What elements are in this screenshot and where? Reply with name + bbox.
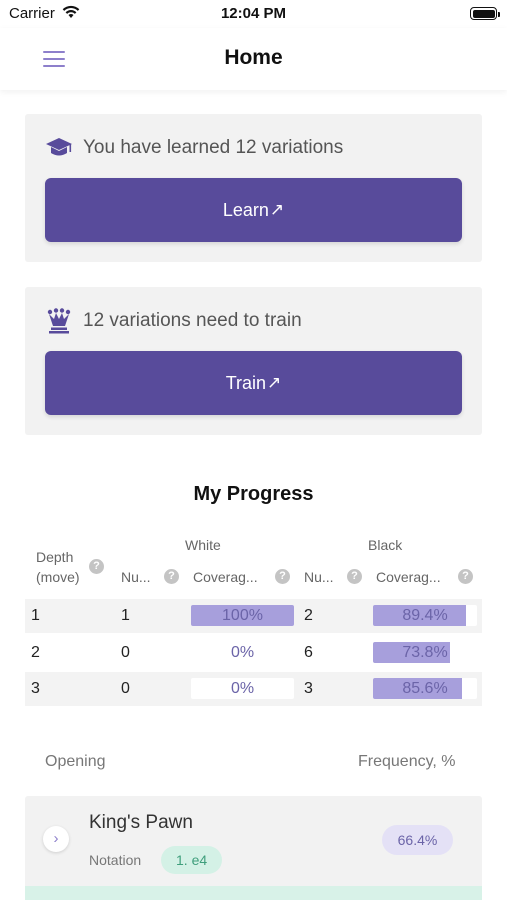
- white-coverage-bar: 0%: [191, 642, 294, 663]
- chess-queen-icon: [45, 308, 73, 334]
- learned-count-text: You have learned 12 variations: [83, 137, 344, 158]
- white-coverage-bar-label: 0%: [230, 644, 255, 661]
- clock: 12:04 PM: [220, 5, 287, 22]
- depth-cell: 2: [31, 644, 40, 661]
- depth-help-icon[interactable]: ?: [89, 559, 104, 574]
- train-button-label: Train: [225, 372, 267, 393]
- white-coverage-bar: 0%: [191, 678, 294, 699]
- white-num-cell: 0: [121, 680, 130, 697]
- progress-row: 2 0 6 0% 73.8%: [25, 636, 482, 670]
- chevron-right-icon[interactable]: ›: [43, 826, 69, 852]
- depth-cell: 3: [31, 680, 40, 697]
- black-coverage-help-icon[interactable]: ?: [458, 569, 473, 584]
- depth-header: Depth: [36, 549, 74, 565]
- learn-button[interactable]: Learn ↗: [45, 178, 462, 242]
- white-num-cell: 1: [121, 607, 130, 624]
- depth-header-sub: (move): [36, 569, 80, 585]
- black-num-header: Nu...: [304, 569, 334, 585]
- battery-icon: [470, 7, 500, 20]
- progress-section-title: My Progress: [193, 483, 314, 505]
- white-coverage-header: Coverag...: [193, 569, 258, 585]
- black-coverage-bar: 73.8%: [373, 642, 477, 663]
- train-button[interactable]: Train ↗: [45, 351, 462, 415]
- black-num-cell: 6: [304, 644, 313, 661]
- white-coverage-bar: 100%: [191, 605, 294, 626]
- status-bar: Carrier 12:04 PM: [0, 0, 507, 28]
- white-coverage-bar-label: 100%: [222, 607, 263, 624]
- opening-row[interactable]: › King's Pawn Notation 1. e4 66.4%: [25, 796, 482, 890]
- black-num-cell: 3: [304, 680, 313, 697]
- white-num-cell: 0: [121, 644, 130, 661]
- black-num-help-icon[interactable]: ?: [347, 569, 362, 584]
- learn-card: You have learned 12 variations Learn ↗: [25, 114, 482, 262]
- black-coverage-bar: 85.6%: [373, 678, 477, 699]
- frequency-column-header: Frequency, %: [358, 753, 456, 770]
- black-coverage-bar-label: 73.8%: [402, 644, 448, 661]
- navigation-bar: Home: [0, 28, 507, 90]
- progress-row: 3 0 3 0% 85.6%: [25, 672, 482, 706]
- opening-name: King's Pawn: [89, 812, 193, 833]
- next-opening-row-edge: [25, 886, 482, 900]
- external-arrow-icon: ↗: [269, 200, 285, 219]
- white-coverage-help-icon[interactable]: ?: [275, 569, 290, 584]
- opening-column-header: Opening: [45, 753, 106, 770]
- notation-label: Notation: [89, 852, 142, 868]
- train-count-text: 12 variations need to train: [83, 310, 302, 331]
- black-coverage-bar: 89.4%: [373, 605, 477, 626]
- white-group-header: White: [185, 537, 221, 553]
- graduation-cap-icon: [45, 135, 73, 161]
- notation-badge: 1. e4: [161, 846, 223, 874]
- train-card: 12 variations need to train Train ↗: [25, 287, 482, 435]
- white-num-help-icon[interactable]: ?: [164, 569, 179, 584]
- white-num-header: Nu...: [121, 569, 151, 585]
- depth-cell: 1: [31, 607, 40, 624]
- black-coverage-header: Coverag...: [376, 569, 441, 585]
- progress-row: 1 1 2 100% 89.4%: [25, 599, 482, 633]
- frequency-badge: 66.4%: [382, 825, 453, 855]
- black-num-cell: 2: [304, 607, 313, 624]
- learn-button-label: Learn: [222, 199, 269, 220]
- white-coverage-bar-label: 0%: [230, 680, 255, 697]
- page-title: Home: [224, 46, 283, 69]
- black-coverage-bar-label: 85.6%: [402, 680, 448, 697]
- black-group-header: Black: [368, 537, 403, 553]
- black-coverage-bar-label: 89.4%: [402, 607, 448, 624]
- external-arrow-icon: ↗: [267, 373, 282, 392]
